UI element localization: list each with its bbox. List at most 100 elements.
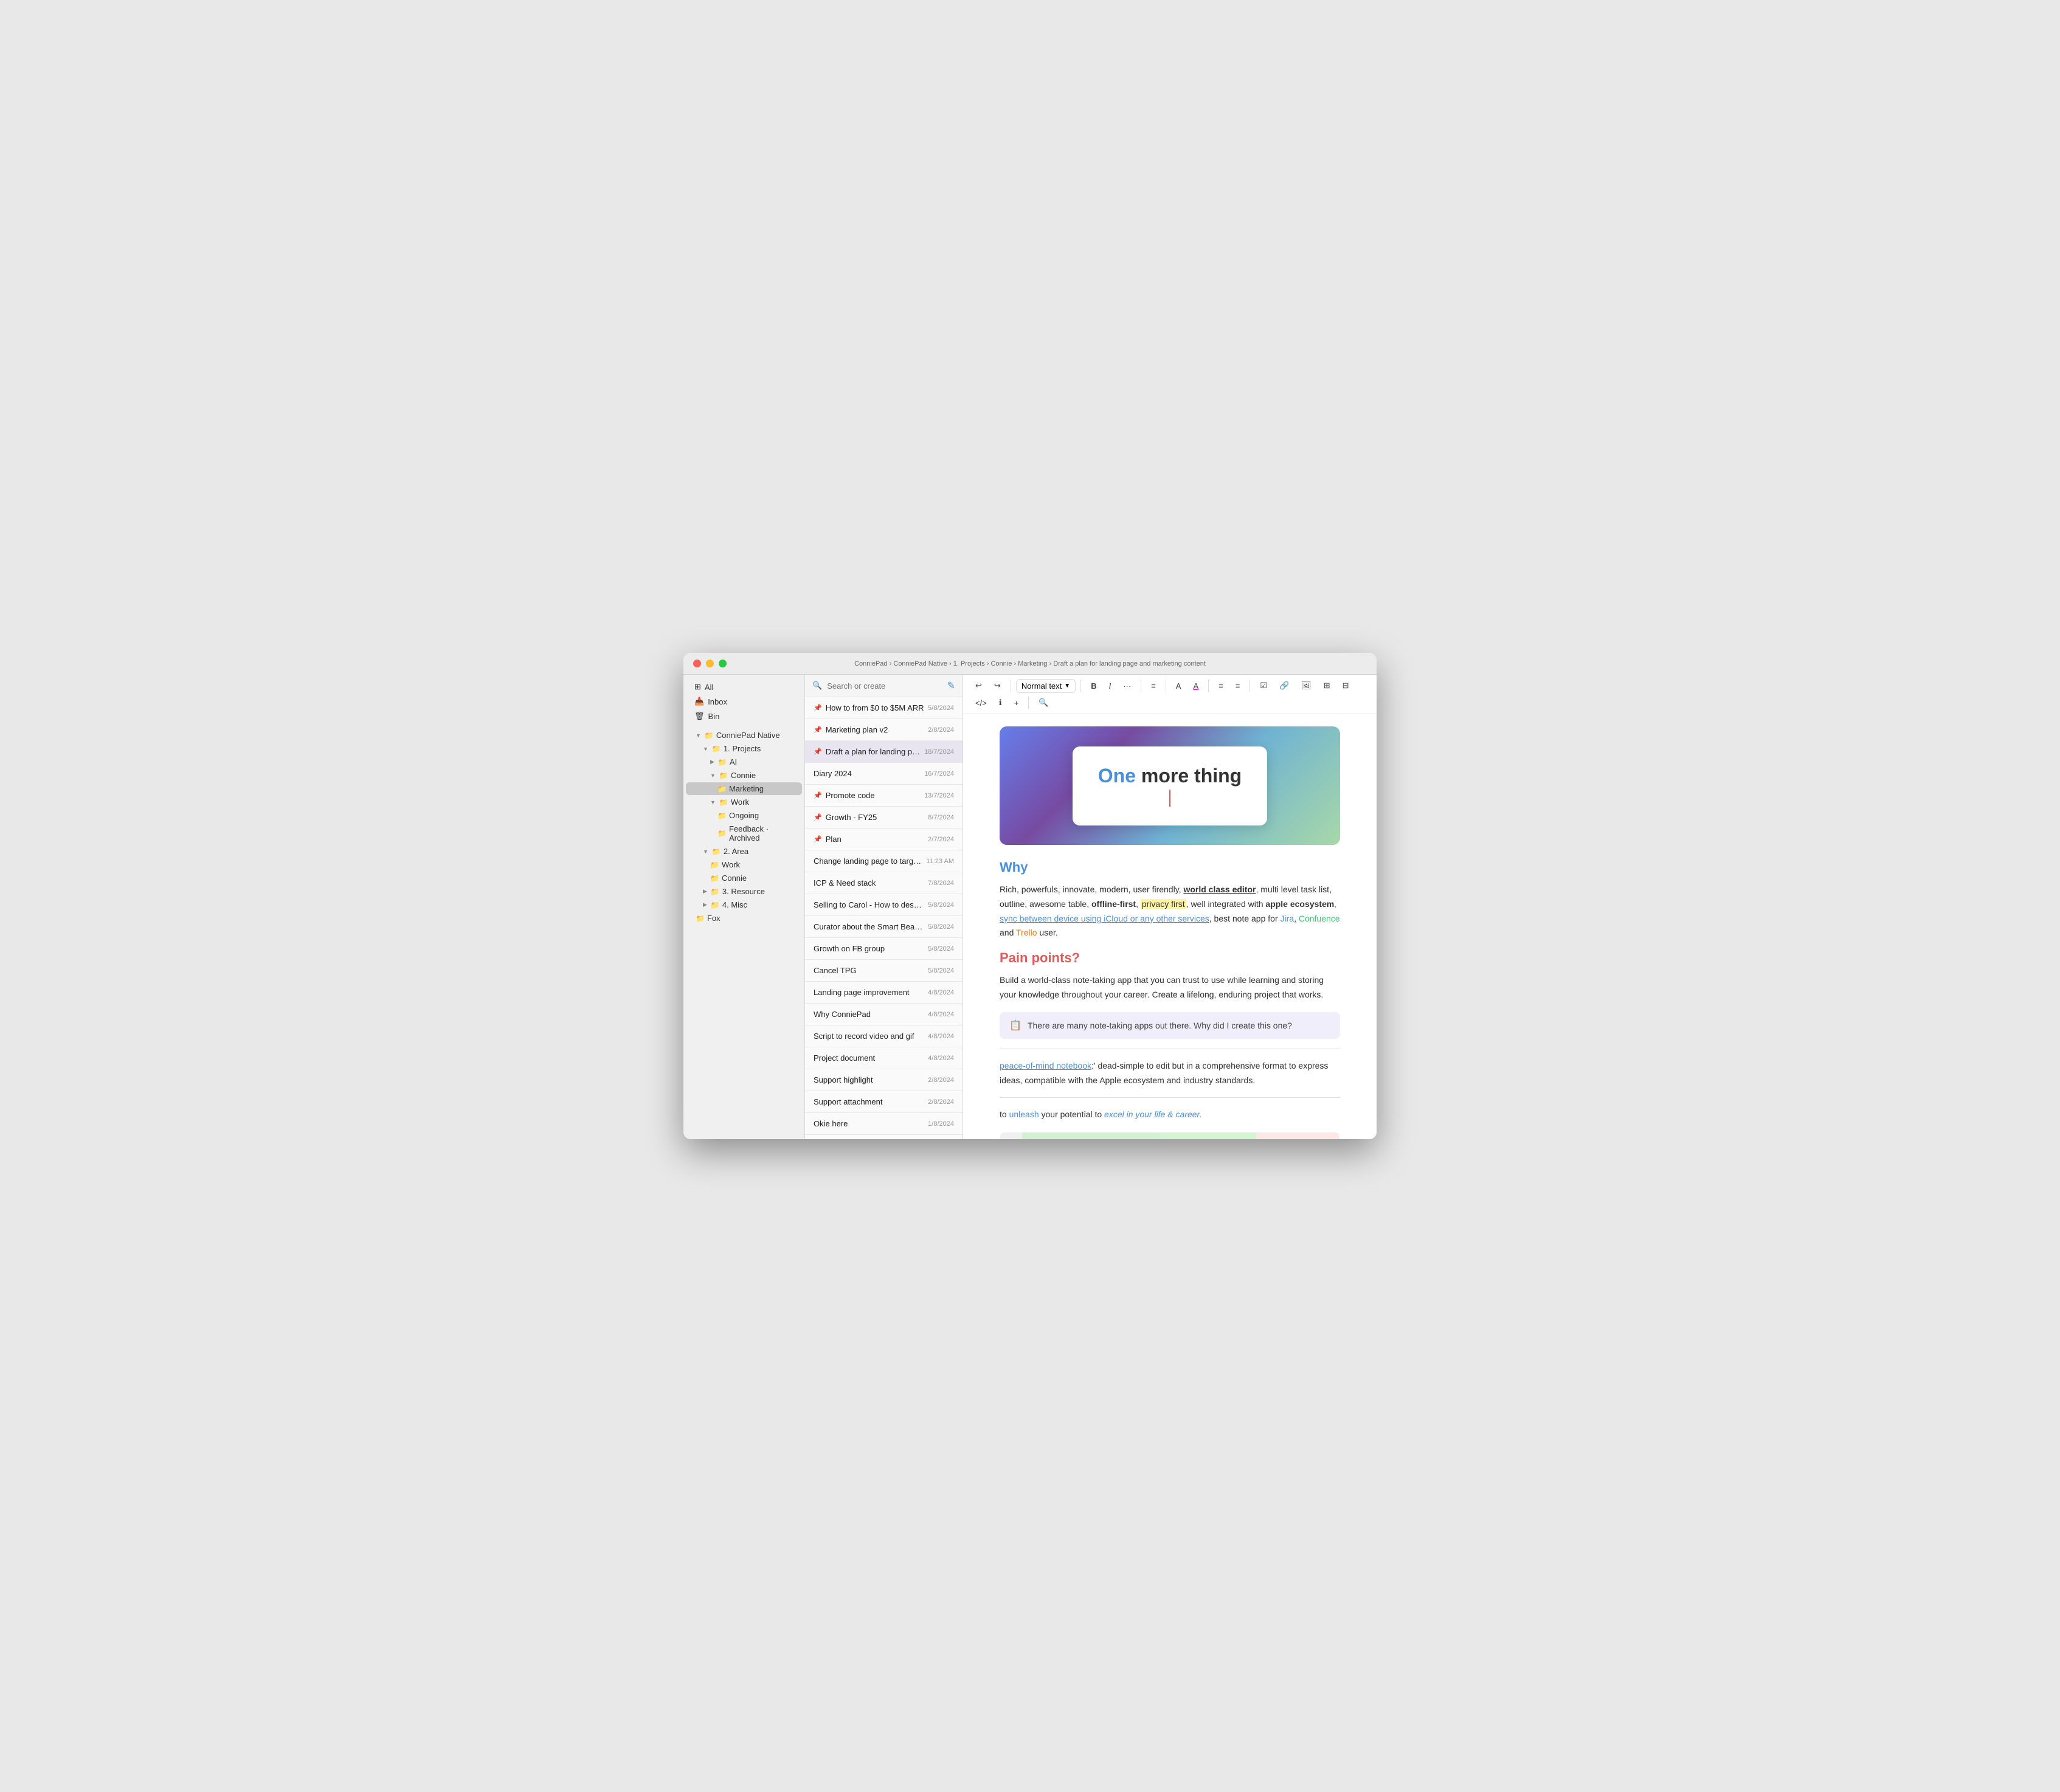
note-list-item[interactable]: ICP & Need stack 7/8/2024 [805,872,963,894]
note-list-item[interactable]: Why ConniePad4/8/2024 [805,1004,963,1025]
note-list-item[interactable]: 📌How to from $0 to $5M ARR5/8/2024 [805,697,963,719]
note-title-row: Selling to Carol - How to descrbie a ICP… [814,900,954,909]
note-title-row: 📌Promote code13/7/2024 [814,791,954,800]
note-title-row: 📌Marketing plan v22/8/2024 [814,725,954,734]
note-date: 7/8/2024 [928,880,954,887]
sidebar-item-area[interactable]: ▼ 📁 2. Area [686,845,802,858]
note-name: Why ConniePad [814,1010,924,1019]
editor-content[interactable]: One more thing Why Rich, powerfuls, inno… [963,714,1377,1139]
pain-body: Build a world-class note-taking app that… [1000,973,1340,1002]
align-button[interactable]: ≡ [1146,679,1161,693]
sidebar-item-connie2[interactable]: 📁 Connie [686,872,802,884]
folder-icon: 📁 [717,812,727,820]
sidebar-label: 3. Resource [722,887,765,896]
folder-icon: 📁 [711,887,720,896]
section-title-pain: Pain points? [1000,950,1340,966]
note-title-row: 📌Draft a plan for landing page and marke… [814,747,954,756]
maximize-button[interactable] [719,660,727,667]
format-dropdown[interactable]: Normal text ▼ [1016,679,1076,693]
note-list-item[interactable]: 📌Draft a plan for landing page and marke… [805,741,963,763]
pin-icon: 📌 [814,748,822,756]
image-button[interactable]: 🖼 [1296,678,1316,693]
note-list-item[interactable]: Cancel TPG5/8/2024 [805,960,963,982]
sidebar-item-projects[interactable]: ▼ 📁 1. Projects [686,742,802,755]
sidebar-item-feedback[interactable]: 📁 Feedback · Archived [686,822,802,844]
numbered-list-button[interactable]: ≡ [1231,679,1245,693]
note-list-item[interactable]: 📌Growth - FY258/7/2024 [805,807,963,829]
bullet-list-button[interactable]: ≡ [1214,679,1228,693]
folder-icon: 📁 [717,785,727,793]
close-button[interactable] [693,660,701,667]
note-list-item[interactable]: Okie here1/8/2024 [805,1113,963,1135]
note-name: Curator about the Smart Bear - Inspirati… [814,922,924,931]
note-name: ICP & Need stack [814,878,924,887]
more-button[interactable]: ··· [1118,679,1136,693]
sidebar-item-inbox[interactable]: 📥 Inbox [687,695,801,708]
note-list-item[interactable]: Script to record video and gif4/8/2024 [805,1025,963,1047]
search-icon: 🔍 [812,681,822,691]
sidebar-item-bin[interactable]: 🗑 Bin [687,709,801,723]
sidebar-item-misc[interactable]: ▶ 📁 4. Misc [686,898,802,911]
note-list-item[interactable]: Change landing page to target my ICP11:2… [805,850,963,872]
search-input[interactable] [827,681,942,691]
table-header-markdown: Markdown [1256,1132,1339,1139]
note-list-item[interactable]: Curator about the Smart Bear - Inspirati… [805,916,963,938]
chevron-down-icon: ▼ [703,746,708,752]
sidebar-item-ongoing[interactable]: 📁 Ongoing [686,809,802,822]
search-button[interactable]: 🔍 [1034,695,1053,710]
sidebar-label: Fox [707,914,721,923]
toolbar-separator [1208,680,1209,692]
sidebar-item-connie[interactable]: ▼ 📁 Connie [686,769,802,782]
why-bold2: offline-first [1091,899,1136,909]
peace-link[interactable]: peace-of-mind notebook [1000,1061,1091,1070]
note-date: 18/7/2024 [924,748,954,756]
note-list-item[interactable]: Diary 202416/7/2024 [805,763,963,785]
highlight-button[interactable]: A [1188,679,1203,693]
code-button[interactable]: </> [970,696,992,710]
sidebar-item-work[interactable]: ▼ 📁 Work [686,796,802,808]
sidebar-item-resource[interactable]: ▶ 📁 3. Resource [686,885,802,898]
note-list-item[interactable]: Selling to Carol - How to descrbie a ICP… [805,894,963,916]
link-confluence[interactable]: Confuence [1299,914,1340,923]
sidebar-item-fox[interactable]: 📁 Fox [686,912,802,925]
sidebar-item-ai[interactable]: ▶ 📁 AI [686,756,802,768]
to-unleash[interactable]: unleash [1009,1109,1039,1119]
bold-button[interactable]: B [1086,679,1101,693]
link-button[interactable]: 🔗 [1274,678,1294,693]
note-list-item[interactable]: Research for ff31/7/2024 [805,1135,963,1139]
note-name: Cancel TPG [814,966,924,975]
note-list-item[interactable]: Project document4/8/2024 [805,1047,963,1069]
link-trello[interactable]: Trello [1016,928,1037,937]
toolbar-separator [1028,697,1029,709]
sidebar-item-connienative[interactable]: ▼ 📁 ConniePad Native [686,729,802,742]
text-color-button[interactable]: A [1171,679,1186,693]
compose-button[interactable]: ✎ [947,680,955,692]
minimize-button[interactable] [706,660,714,667]
sidebar-item-all[interactable]: ⊞ All [687,680,801,694]
note-list-item[interactable]: Growth on FB group5/8/2024 [805,938,963,960]
table-button[interactable]: ⊞ [1319,678,1335,693]
undo-button[interactable]: ↩ [970,678,987,693]
sidebar-item-marketing[interactable]: 📁 Marketing [686,782,802,795]
sidebar-tree: ▼ 📁 ConniePad Native ▼ 📁 1. Projects ▶ 📁… [683,728,804,925]
link-jira[interactable]: Jira [1281,914,1294,923]
note-list-item[interactable]: Landing page improvement4/8/2024 [805,982,963,1004]
hero-text-rest: more thing [1136,765,1242,787]
sidebar-item-work2[interactable]: 📁 Work [686,858,802,871]
note-list-item[interactable]: Support attachment2/8/2024 [805,1091,963,1113]
pin-icon: 📌 [814,791,822,799]
info-button[interactable]: ℹ [994,695,1007,710]
redo-button[interactable]: ↪ [989,678,1006,693]
note-list-item[interactable]: 📌Marketing plan v22/8/2024 [805,719,963,741]
note-list-item[interactable]: 📌Plan2/7/2024 [805,829,963,850]
note-date: 2/8/2024 [928,1077,954,1084]
plus-button[interactable]: + [1009,696,1024,710]
note-list-item[interactable]: Support highlight2/8/2024 [805,1069,963,1091]
chevron-right-icon: ▶ [703,901,707,908]
note-list: 📌How to from $0 to $5M ARR5/8/2024 📌Marke… [805,697,963,1139]
note-list-item[interactable]: 📌Promote code13/7/2024 [805,785,963,807]
note-name: Project document [814,1053,924,1063]
italic-button[interactable]: I [1104,679,1116,693]
columns-button[interactable]: ⊟ [1338,678,1354,693]
checkbox-button[interactable]: ☑ [1255,678,1272,693]
